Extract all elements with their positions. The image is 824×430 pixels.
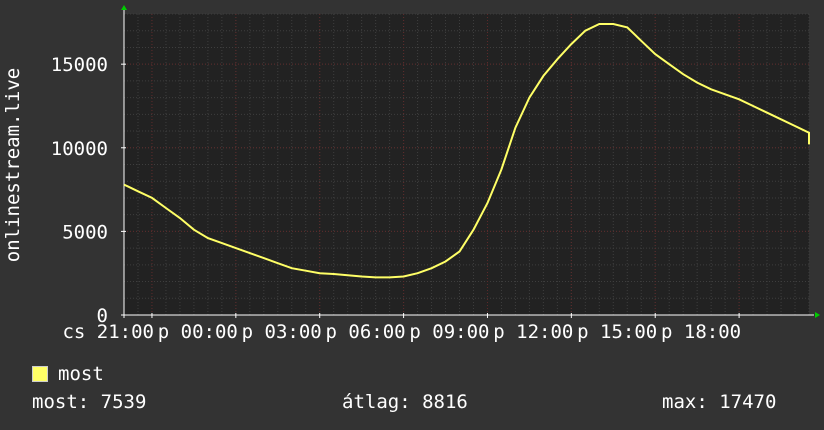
legend: most <box>32 362 104 386</box>
stat-current: most: 7539 <box>32 391 147 413</box>
y-tick-labels: 050001000015000 <box>51 54 108 327</box>
x-tick-label: p 00:00 <box>158 321 238 343</box>
legend-label: most <box>58 363 104 385</box>
y-tick-label: 10000 <box>51 138 108 160</box>
x-tick-label: p 15:00 <box>577 321 657 343</box>
x-tick-label: p 06:00 <box>326 321 406 343</box>
x-tick-label: p 18:00 <box>661 321 741 343</box>
legend-swatch <box>32 366 48 382</box>
x-tick-label: p 09:00 <box>409 321 489 343</box>
stat-maximum: max: 17470 <box>662 391 777 413</box>
x-axis-arrow <box>815 312 820 318</box>
chart-svg: 050001000015000 cs 21:00 p 00:00 p 03:00 p … <box>51 5 820 343</box>
y-tick-label: 5000 <box>62 221 108 243</box>
y-axis-label: onlinestream.live <box>2 67 24 263</box>
x-tick-label: p 03:00 <box>242 321 322 343</box>
y-axis-arrow <box>121 5 127 10</box>
x-tick-label: p 12:00 <box>493 321 573 343</box>
stat-average: átlag: 8816 <box>342 391 468 413</box>
y-axis-label-area: onlinestream.live <box>0 0 26 320</box>
x-tick-label: cs 21:00 <box>62 321 154 343</box>
y-tick-label: 15000 <box>51 54 108 76</box>
x-tick-labels: cs 21:00 p 00:00 p 03:00 p 06:00 p 09:00 p 12… <box>62 321 741 343</box>
